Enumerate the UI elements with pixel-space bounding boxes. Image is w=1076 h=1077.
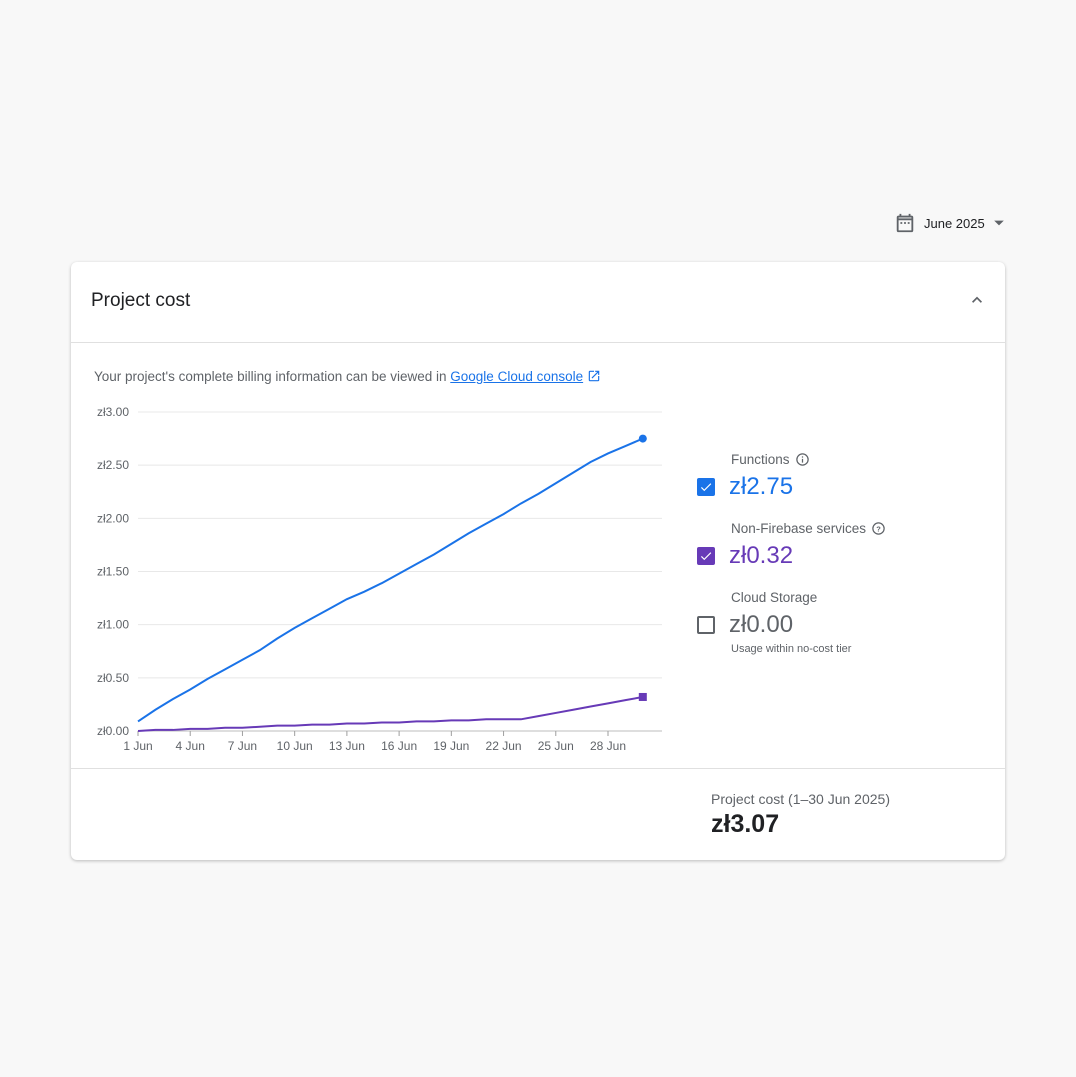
total-value: zł3.07 <box>711 810 780 838</box>
x-tick-label: 25 Jun <box>538 739 574 753</box>
legend-label-non-firebase: Non-Firebase services ? <box>731 521 886 536</box>
y-tick-label: zł2.50 <box>97 458 129 472</box>
x-tick-label: 7 Jun <box>228 739 257 753</box>
non-firebase-checkbox[interactable] <box>697 547 715 565</box>
project-cost-card: Project cost Your project's complete bil… <box>71 262 1005 860</box>
y-tick-label: zł1.50 <box>97 565 129 579</box>
x-tick-label: 4 Jun <box>176 739 205 753</box>
y-tick-label: zł0.50 <box>97 671 129 685</box>
series-line-non-firebase-services <box>137 695 643 732</box>
x-tick-label: 22 Jun <box>486 739 522 753</box>
series-end-marker <box>638 692 647 701</box>
period-selector[interactable]: June 2025 <box>894 212 1005 234</box>
series-line-functions <box>137 437 644 723</box>
help-icon[interactable]: ? <box>871 521 886 536</box>
functions-checkbox[interactable] <box>697 478 715 496</box>
x-tick-label: 19 Jun <box>433 739 469 753</box>
x-tick-label: 10 Jun <box>277 739 313 753</box>
period-label: June 2025 <box>924 215 985 231</box>
legend: Functions zł2.75 Non-Firebase services ?… <box>697 452 886 655</box>
svg-text:?: ? <box>876 524 881 533</box>
x-tick-label: 1 Jun <box>123 739 152 753</box>
non-firebase-value: zł0.32 <box>729 542 794 569</box>
y-tick-label: zł3.00 <box>97 405 129 419</box>
y-tick-label: zł1.00 <box>97 618 129 632</box>
checkmark-icon <box>700 483 712 492</box>
x-tick-label: 16 Jun <box>381 739 417 753</box>
checkmark-icon <box>700 552 712 561</box>
legend-label-functions: Functions <box>731 452 886 467</box>
y-tick-label: zł2.00 <box>97 511 129 525</box>
legend-label-cloud-storage: Cloud Storage <box>731 590 818 605</box>
total-label: Project cost (1–30 Jun 2025) <box>711 791 890 807</box>
cloud-storage-value: zł0.00 <box>729 611 794 638</box>
calendar-icon <box>896 213 914 233</box>
x-tick-label: 13 Jun <box>329 739 365 753</box>
series-end-marker <box>638 434 647 443</box>
cloud-storage-checkbox[interactable] <box>697 616 715 634</box>
functions-value: zł2.75 <box>729 473 794 500</box>
y-tick-label: zł0.00 <box>97 724 129 738</box>
cloud-storage-note: Usage within no-cost tier <box>731 643 852 655</box>
dropdown-arrow-icon <box>993 220 1004 226</box>
x-tick-label: 28 Jun <box>590 739 626 753</box>
card-footer-divider <box>71 768 1005 769</box>
info-icon[interactable] <box>795 452 810 467</box>
